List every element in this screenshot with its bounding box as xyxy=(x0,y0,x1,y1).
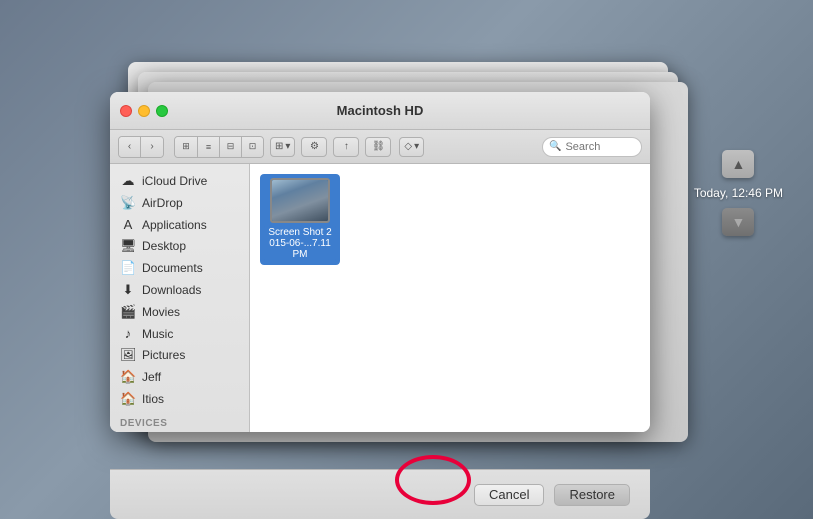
documents-icon: 📄 xyxy=(120,260,136,276)
time-timestamp: Today, 12:46 PM xyxy=(694,186,783,200)
content-area: ☁ iCloud Drive 📡 AirDrop A Applications … xyxy=(110,164,650,432)
applications-icon: A xyxy=(120,217,136,232)
time-up-arrow[interactable]: ▲ xyxy=(722,150,754,178)
sidebar-item-applications[interactable]: A Applications xyxy=(110,214,249,235)
cancel-button[interactable]: Cancel xyxy=(474,484,544,506)
desktop-icon: 🖥 xyxy=(120,238,136,254)
sidebar-item-pictures[interactable]: 🖼 Pictures xyxy=(110,344,249,366)
arrange-dropdown-icon: ▾ xyxy=(285,141,290,152)
window-title: Macintosh HD xyxy=(337,103,424,118)
sidebar-item-desktop[interactable]: 🖥 Desktop xyxy=(110,235,249,257)
view-buttons: ⊞ ≡ ⊟ ⊡ xyxy=(174,136,264,158)
itios-icon: 🏠 xyxy=(120,391,136,407)
file-name: Screen Shot 2015-06-...7.11 PM xyxy=(264,226,336,261)
pictures-icon: 🖼 xyxy=(120,347,136,363)
downloads-icon: ⬇ xyxy=(120,282,136,298)
cover-flow-button[interactable]: ⊡ xyxy=(241,137,263,157)
search-box: 🔍 xyxy=(542,137,642,157)
dropbox-icon: ◇ xyxy=(404,141,412,152)
traffic-lights xyxy=(120,105,168,117)
zoom-button[interactable] xyxy=(156,105,168,117)
search-input[interactable] xyxy=(565,141,645,153)
music-icon: ♪ xyxy=(120,326,136,341)
thumbnail-image xyxy=(272,180,328,221)
airdrop-icon: 📡 xyxy=(120,195,136,211)
link-button[interactable]: ⛓ xyxy=(365,137,391,157)
title-bar: Macintosh HD xyxy=(110,92,650,130)
time-panel: ▲ Today, 12:46 PM ▼ xyxy=(694,150,783,236)
movies-icon: 🎬 xyxy=(120,304,136,320)
sidebar-item-movies[interactable]: 🎬 Movies xyxy=(110,301,249,323)
action-button[interactable]: ⚙ xyxy=(301,137,327,157)
back-button[interactable]: ‹ xyxy=(119,137,141,157)
finder-window: Macintosh HD ‹ › ⊞ ≡ ⊟ ⊡ ⊞ ▾ ⚙ ↑ ⛓ ◇ ▾ 🔍 xyxy=(110,92,650,432)
dropbox-dropdown-icon: ▾ xyxy=(414,141,419,152)
list-view-button[interactable]: ≡ xyxy=(197,137,219,157)
toolbar: ‹ › ⊞ ≡ ⊟ ⊡ ⊞ ▾ ⚙ ↑ ⛓ ◇ ▾ 🔍 xyxy=(110,130,650,164)
sidebar-item-jeff[interactable]: 🏠 Jeff xyxy=(110,366,249,388)
dropbox-button[interactable]: ◇ ▾ xyxy=(399,137,424,157)
minimize-button[interactable] xyxy=(138,105,150,117)
arrange-button[interactable]: ⊞ ▾ xyxy=(270,137,295,157)
icon-view-button[interactable]: ⊞ xyxy=(175,137,197,157)
restore-button[interactable]: Restore xyxy=(554,484,630,506)
sidebar: ☁ iCloud Drive 📡 AirDrop A Applications … xyxy=(110,164,250,432)
jeff-icon: 🏠 xyxy=(120,369,136,385)
share-button[interactable]: ↑ xyxy=(333,137,359,157)
forward-button[interactable]: › xyxy=(141,137,163,157)
file-item[interactable]: Screen Shot 2015-06-...7.11 PM xyxy=(260,174,340,265)
file-thumbnail xyxy=(270,178,330,223)
file-area[interactable]: Screen Shot 2015-06-...7.11 PM xyxy=(250,164,650,432)
arrange-icon: ⊞ xyxy=(275,141,283,152)
sidebar-item-itios[interactable]: 🏠 Itios xyxy=(110,388,249,410)
close-button[interactable] xyxy=(120,105,132,117)
sidebar-item-icloud-drive[interactable]: ☁ iCloud Drive xyxy=(110,170,249,192)
sidebar-item-music[interactable]: ♪ Music xyxy=(110,323,249,344)
column-view-button[interactable]: ⊟ xyxy=(219,137,241,157)
nav-buttons: ‹ › xyxy=(118,136,164,158)
devices-header: Devices xyxy=(110,410,249,432)
search-icon: 🔍 xyxy=(549,141,561,152)
icloud-icon: ☁ xyxy=(120,173,136,189)
bottom-bar: Cancel Restore xyxy=(110,469,650,519)
sidebar-item-downloads[interactable]: ⬇ Downloads xyxy=(110,279,249,301)
sidebar-item-airdrop[interactable]: 📡 AirDrop xyxy=(110,192,249,214)
sidebar-item-documents[interactable]: 📄 Documents xyxy=(110,257,249,279)
time-down-arrow[interactable]: ▼ xyxy=(722,208,754,236)
